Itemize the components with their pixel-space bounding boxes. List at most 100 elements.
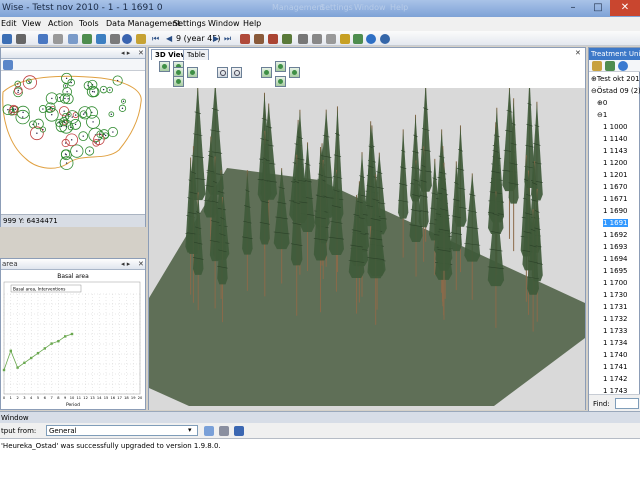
stand-3d-scene[interactable]: [149, 88, 585, 410]
cut-icon[interactable]: [268, 34, 278, 44]
map-tree-stem: [17, 91, 19, 94]
settings-icon[interactable]: [326, 34, 336, 44]
find-input[interactable]: [615, 398, 639, 409]
print-icon[interactable]: [53, 34, 63, 44]
tree-item[interactable]: ⊖1: [589, 111, 607, 123]
add-icon[interactable]: [605, 61, 615, 71]
last-period-icon[interactable]: ⏭: [224, 34, 231, 44]
tab-table[interactable]: Table: [183, 49, 210, 60]
next-period-icon[interactable]: ▶: [213, 34, 219, 43]
layer-icon[interactable]: [110, 34, 120, 44]
tree-item[interactable]: 1 1690: [589, 207, 628, 219]
menu-help[interactable]: Help: [243, 19, 261, 28]
menu-tools[interactable]: Tools: [79, 19, 99, 28]
harvest-icon[interactable]: [240, 34, 250, 44]
globe-icon[interactable]: [366, 34, 376, 44]
tree-item[interactable]: 1 1670: [589, 183, 628, 195]
save-icon[interactable]: [234, 426, 244, 436]
menu-window[interactable]: Window: [208, 19, 240, 28]
money-icon[interactable]: [340, 34, 350, 44]
output-message: 'Heureka_Ostad' was successfully upgrade…: [1, 442, 221, 450]
panel-close-icon[interactable]: ✕: [138, 260, 144, 268]
map-tree-stem: [98, 138, 100, 141]
menu-view[interactable]: View: [22, 19, 41, 28]
table-icon[interactable]: [68, 34, 78, 44]
previous-period-icon[interactable]: ◀: [166, 34, 172, 43]
copy-icon[interactable]: [204, 426, 214, 436]
maximize-button[interactable]: □: [585, 0, 611, 16]
panel-nav-icon[interactable]: ◂ ▸: [121, 260, 130, 268]
save-icon[interactable]: [16, 34, 26, 44]
zoom-in-icon[interactable]: [217, 67, 228, 78]
rotate-down-icon[interactable]: [173, 76, 184, 87]
pan-up-icon[interactable]: [275, 61, 286, 72]
pan-right-icon[interactable]: [289, 67, 300, 78]
pan-down-icon[interactable]: [275, 76, 286, 87]
thinning-icon[interactable]: [254, 34, 264, 44]
rotate-right-icon[interactable]: [187, 67, 198, 78]
tree-item[interactable]: ⊕Test okt 2010: [589, 75, 640, 87]
tree-item[interactable]: 1 1700: [589, 279, 628, 291]
tree-item[interactable]: 1 1000: [589, 123, 628, 135]
tree-item[interactable]: 1 1732: [589, 315, 628, 327]
tree-item[interactable]: 1 1742: [589, 375, 628, 387]
open-icon[interactable]: [2, 34, 12, 44]
toolbar: ⏮ ◀ 9 (year 45) ▶ ⏭: [0, 31, 640, 46]
ghost-menu: Management: [272, 3, 325, 12]
first-period-icon[interactable]: ⏮: [152, 34, 159, 44]
tree-item[interactable]: 1 1733: [589, 327, 628, 339]
tree-item[interactable]: 1 1730: [589, 291, 628, 303]
tree-item[interactable]: 1 1741: [589, 363, 628, 375]
menu-settings[interactable]: Settings: [173, 19, 206, 28]
plant-icon[interactable]: [282, 34, 292, 44]
output-source-select[interactable]: General ▾: [46, 425, 198, 436]
tree-item-label: 1 1734: [603, 339, 628, 347]
map-icon[interactable]: [82, 34, 92, 44]
tree-item[interactable]: 1 1740: [589, 351, 628, 363]
treatment-toolstrip: [589, 60, 640, 72]
report-icon[interactable]: [353, 34, 363, 44]
menu-action[interactable]: Action: [48, 19, 73, 28]
minimize-button[interactable]: –: [560, 0, 586, 16]
tree-item[interactable]: 1 1692: [589, 231, 628, 243]
info-icon[interactable]: [122, 34, 132, 44]
save-icon[interactable]: [38, 34, 48, 44]
tree-item[interactable]: 1 1691: [589, 219, 628, 231]
map-tree-stem: [74, 114, 77, 116]
tree-item[interactable]: 1 1140: [589, 135, 628, 147]
menu-edit[interactable]: Edit: [1, 19, 17, 28]
x-tick-label: 6: [44, 396, 47, 400]
tree-item[interactable]: 1 1693: [589, 243, 628, 255]
panel-close-icon[interactable]: ✕: [575, 49, 581, 57]
stand-map[interactable]: [1, 72, 145, 212]
tree-item[interactable]: 1 1695: [589, 267, 628, 279]
help-icon[interactable]: [380, 34, 390, 44]
x-tick-label: 15: [104, 396, 109, 400]
close-button[interactable]: ✕: [610, 0, 640, 16]
tool-icon[interactable]: [136, 34, 146, 44]
fertilize-icon[interactable]: [298, 34, 308, 44]
tree-item[interactable]: 1 1731: [589, 303, 628, 315]
tree-item[interactable]: 1 1734: [589, 339, 628, 351]
panel-nav-icon[interactable]: ◂ ▸: [121, 49, 130, 57]
folder-icon[interactable]: [592, 61, 602, 71]
pan-left-icon[interactable]: [261, 67, 272, 78]
tree-item[interactable]: ⊕0: [589, 99, 607, 111]
tree-item[interactable]: 1 1671: [589, 195, 628, 207]
rotate-up-left-icon[interactable]: [159, 61, 170, 72]
zoom-out-icon[interactable]: [231, 67, 242, 78]
tree-item[interactable]: 1 1200: [589, 159, 628, 171]
menu-data-management[interactable]: Data Management: [106, 19, 180, 28]
pan-icon[interactable]: [3, 60, 13, 70]
refresh-icon[interactable]: [618, 61, 628, 71]
map-tree-stem: [102, 88, 105, 91]
tree-item[interactable]: 1 1143: [589, 147, 628, 159]
clean-icon[interactable]: [312, 34, 322, 44]
clear-icon[interactable]: [219, 426, 229, 436]
tree-item[interactable]: 1 1694: [589, 255, 628, 267]
chart-icon[interactable]: [96, 34, 106, 44]
tree-item[interactable]: 1 1201: [589, 171, 628, 183]
panel-close-icon[interactable]: ✕: [138, 49, 144, 57]
tree-item[interactable]: ⊖Östad 09 (2): [589, 87, 640, 99]
tree-item[interactable]: 1 1743: [589, 387, 628, 393]
